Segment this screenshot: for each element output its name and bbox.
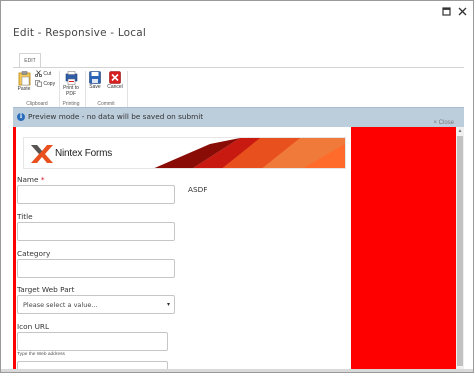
print-to-pdf-button[interactable]: Print to PDF (61, 71, 81, 97)
name-input[interactable] (17, 185, 175, 204)
print-pdf-icon (65, 71, 77, 85)
cancel-icon (109, 71, 121, 84)
icon-url-label: Icon URL (17, 322, 50, 331)
icon-url-hint: Type the Web address (17, 352, 65, 357)
name-label: Name * (17, 175, 45, 184)
tab-edit[interactable]: EDIT (19, 53, 41, 68)
copy-label: Copy (43, 80, 56, 87)
group-divider (127, 71, 128, 107)
brand-name: Nintex Forms (55, 148, 113, 159)
cancel-button[interactable]: Cancel (106, 71, 124, 90)
form-panel: Nintex Forms Name * ASDF Title Category … (16, 127, 351, 372)
category-label: Category (17, 249, 51, 258)
paste-button[interactable]: Paste (16, 71, 32, 92)
preview-message: Preview mode - no data will be saved on … (28, 112, 204, 121)
cut-label: Cut (43, 70, 52, 77)
banner-graphic (154, 138, 345, 168)
maximize-icon[interactable] (440, 7, 452, 19)
ribbon-toolbar: Paste Cut Copy Clipboard Print to PDF Pr… (13, 67, 464, 107)
copy-icon (35, 80, 42, 87)
dialog-window: Edit - Responsive - Local EDIT Paste Cut… (0, 0, 474, 373)
target-web-part-value: Please select a value... (23, 301, 98, 309)
window-bottom-edge (1, 369, 473, 372)
scroll-up-arrow-icon[interactable]: ▲ (456, 127, 464, 135)
group-divider (85, 71, 86, 107)
info-icon: i (17, 113, 25, 121)
scroll-thumb[interactable] (457, 136, 463, 366)
category-input[interactable] (17, 259, 175, 278)
paste-label: Paste (17, 86, 31, 92)
target-web-part-select[interactable]: Please select a value... ▾ (17, 295, 175, 314)
nintex-logo-icon (31, 145, 53, 163)
floppy-disk-icon (89, 71, 101, 84)
dropdown-arrow-icon: ▾ (166, 302, 170, 308)
title-bar: Edit - Responsive - Local (1, 1, 473, 49)
cancel-label: Cancel (107, 84, 123, 90)
dialog-title: Edit - Responsive - Local (13, 27, 147, 39)
save-label: Save (89, 84, 101, 90)
title-label: Title (17, 212, 33, 221)
required-marker: * (40, 175, 45, 184)
form-side-panel (351, 127, 456, 372)
name-label-text: Name (17, 175, 39, 184)
icon-url-input[interactable] (17, 332, 168, 351)
save-button[interactable]: Save (87, 71, 103, 90)
paste-icon (18, 71, 30, 86)
preview-notification: i Preview mode - no data will be saved o… (13, 107, 464, 127)
close-preview-link[interactable]: × Close (433, 120, 454, 126)
close-icon[interactable] (456, 7, 468, 19)
print-label-line2: PDF (66, 91, 76, 97)
scissors-icon (34, 70, 43, 78)
asdf-text: ASDF (188, 185, 208, 194)
scrollbar[interactable]: ▲ (456, 127, 464, 372)
copy-button[interactable]: Copy (35, 80, 57, 87)
title-input[interactable] (17, 222, 175, 241)
form-banner: Nintex Forms (23, 137, 346, 169)
target-web-part-label: Target Web Part (17, 285, 75, 294)
cut-button[interactable]: Cut (34, 70, 57, 78)
